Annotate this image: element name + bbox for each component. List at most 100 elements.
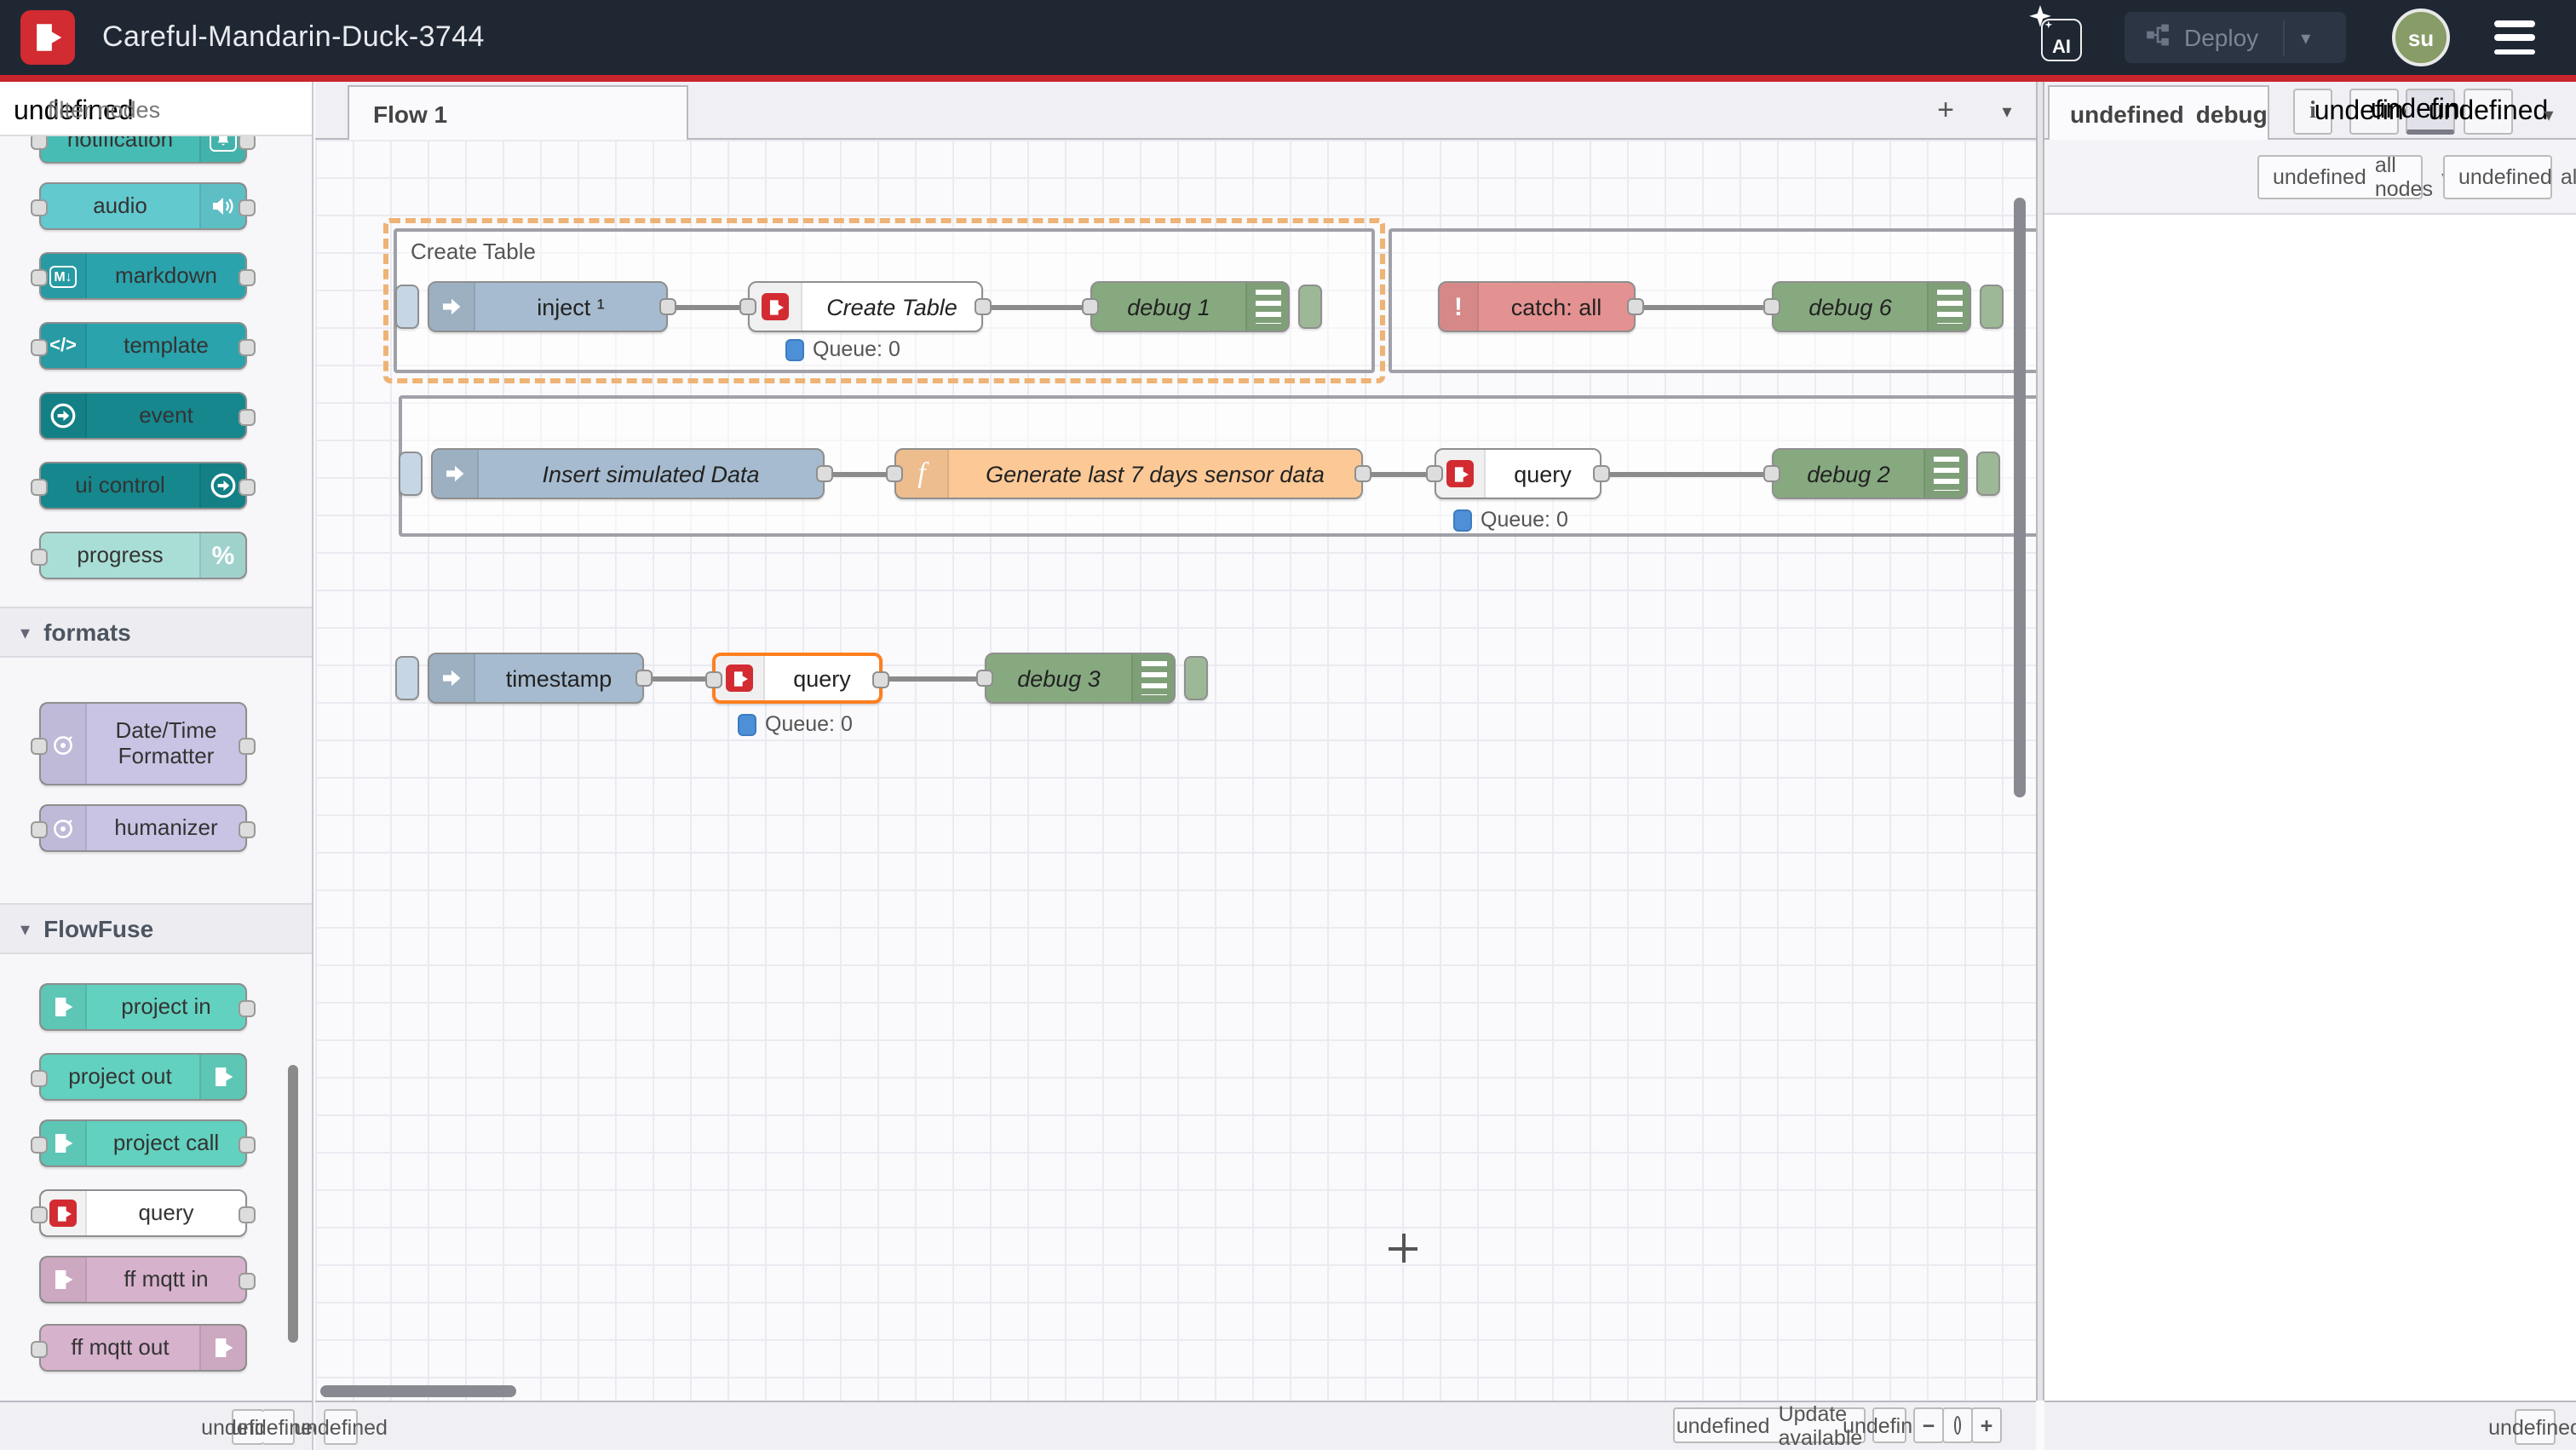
- wire[interactable]: [825, 471, 894, 476]
- status-label: Queue: 0: [765, 712, 853, 736]
- palette-node-project-out[interactable]: project out: [39, 1053, 247, 1101]
- wire[interactable]: [1601, 471, 1772, 476]
- flow-node-debug-2-d2[interactable]: debug 2: [1772, 448, 1968, 499]
- debug-toggle-button-d3[interactable]: [1184, 656, 1208, 700]
- flow-node-catch-all-catch[interactable]: !catch: all: [1438, 281, 1636, 332]
- deploy-button[interactable]: Deploy ▾: [2125, 12, 2346, 63]
- palette-node-date-time-formatter[interactable]: Date/TimeFormatter: [39, 702, 247, 785]
- output-port[interactable]: [1593, 465, 1610, 482]
- canvas-vertical-scrollbar[interactable]: [2014, 198, 2026, 797]
- flow-node-create-table-ct[interactable]: Create Table: [748, 281, 983, 332]
- user-avatar[interactable]: su: [2392, 9, 2450, 66]
- palette-node-project-in[interactable]: project in: [39, 983, 247, 1031]
- palette-node-project-call[interactable]: project call: [39, 1119, 247, 1167]
- flow-node-query-q3[interactable]: query: [712, 653, 883, 704]
- debug-filter-button[interactable]: undefined all nodes ▾: [2257, 155, 2423, 199]
- sidebar-resize-handle[interactable]: [2036, 82, 2044, 1401]
- debug-clear-button[interactable]: undefined all ▾: [2443, 155, 2552, 199]
- palette-node-audio[interactable]: audio: [39, 182, 247, 230]
- output-port[interactable]: [872, 671, 889, 688]
- input-port[interactable]: [886, 465, 903, 482]
- input-port[interactable]: [976, 670, 993, 687]
- output-port[interactable]: [1354, 465, 1371, 482]
- output-port: [239, 339, 256, 356]
- wire[interactable]: [883, 676, 985, 681]
- palette-filter-input[interactable]: [44, 89, 298, 129]
- zoom-in-button[interactable]: +: [1971, 1407, 2002, 1443]
- debug-toggle-button-d1[interactable]: [1298, 285, 1322, 329]
- update-available-button[interactable]: undefined Update available: [1673, 1407, 1866, 1443]
- search-flows-button[interactable]: undefined: [324, 1409, 358, 1445]
- flow-node-insert-simulated-data-ins[interactable]: Insert simulated Data: [431, 448, 825, 499]
- wire[interactable]: [1636, 304, 1772, 309]
- palette-node-template[interactable]: </>template: [39, 322, 247, 370]
- output-port: [239, 136, 256, 150]
- input-port[interactable]: [705, 671, 722, 688]
- exclaim-icon: !: [1440, 283, 1479, 331]
- flow-list-caret-icon[interactable]: ▾: [1988, 92, 2026, 129]
- input-port[interactable]: [1763, 465, 1780, 482]
- wire[interactable]: [983, 304, 1090, 309]
- chevron-down-icon: ▾: [20, 918, 30, 940]
- zoom-reset-button[interactable]: [1942, 1407, 1973, 1443]
- ai-assistant-button[interactable]: AI: [2034, 14, 2085, 63]
- input-port[interactable]: [1082, 298, 1099, 315]
- zoom-out-button[interactable]: −: [1913, 1407, 1944, 1443]
- palette-node-event[interactable]: event: [39, 392, 247, 440]
- input-port[interactable]: [739, 298, 756, 315]
- inject-button-ins[interactable]: [399, 452, 423, 496]
- debug-toggle-button-d6[interactable]: [1980, 285, 2004, 329]
- deploy-options-caret-icon[interactable]: ▾: [2282, 20, 2310, 55]
- inject-button-inject1[interactable]: [395, 285, 419, 329]
- palette-node-ff-mqtt-out[interactable]: ff mqtt out: [39, 1324, 247, 1372]
- inject-button-ts[interactable]: [395, 656, 419, 700]
- output-port[interactable]: [659, 298, 676, 315]
- open-dashboard-button[interactable]: undefined: [2515, 1409, 2556, 1445]
- add-flow-button[interactable]: +: [1927, 92, 1964, 129]
- tab-debug[interactable]: undefined debug: [2048, 85, 2269, 141]
- flow-canvas[interactable]: Create Tableinject ¹Create Tabledebug 1!…: [315, 140, 2036, 1401]
- palette-scrollbar[interactable]: [288, 1065, 298, 1343]
- flow-node-inject-inject1[interactable]: inject ¹: [428, 281, 668, 332]
- input-port: [31, 821, 48, 838]
- config-tab-button[interactable]: undefined: [2464, 89, 2513, 135]
- input-port[interactable]: [1426, 465, 1443, 482]
- main-menu-icon[interactable]: [2494, 20, 2535, 55]
- debug-toggle-button-d2[interactable]: [1976, 452, 2000, 496]
- output-port[interactable]: [1627, 298, 1644, 315]
- wire[interactable]: [1363, 471, 1435, 476]
- flow-node-timestamp-ts[interactable]: timestamp: [428, 653, 644, 704]
- input-port: [31, 1341, 48, 1358]
- palette-filter[interactable]: undefined: [0, 82, 312, 136]
- toggle-navigator-button[interactable]: undefined: [1872, 1407, 1906, 1443]
- ffwhite-icon: [41, 1121, 87, 1165]
- tab-flow-1[interactable]: Flow 1: [348, 85, 688, 141]
- output-port[interactable]: [635, 670, 653, 687]
- palette-node-markdown[interactable]: M↓markdown: [39, 252, 247, 300]
- flowfuse-logo-icon[interactable]: [20, 10, 75, 65]
- sidebar-tabs-caret-icon[interactable]: ▾: [2530, 95, 2567, 133]
- palette-node-progress[interactable]: progress%: [39, 532, 247, 579]
- canvas-horizontal-scrollbar[interactable]: [320, 1385, 516, 1397]
- flow-node-generate-last-7-days-sensor-data-gen[interactable]: fGenerate last 7 days sensor data: [894, 448, 1363, 499]
- input-port[interactable]: [1763, 298, 1780, 315]
- expand-all-categories-button[interactable]: undefined: [262, 1409, 295, 1445]
- flow-node-query-q2[interactable]: query: [1435, 448, 1601, 499]
- input-port: [31, 1206, 48, 1223]
- flow-node-debug-3-d3[interactable]: debug 3: [985, 653, 1176, 704]
- flow-node-debug-6-d6[interactable]: debug 6: [1772, 281, 1971, 332]
- palette-section-flowfuse[interactable]: ▾FlowFuse: [0, 903, 312, 954]
- palette-node-humanizer[interactable]: humanizer: [39, 804, 247, 852]
- wire[interactable]: [644, 676, 712, 681]
- flow-node-debug-1-d1[interactable]: debug 1: [1090, 281, 1290, 332]
- palette-node-ff-mqtt-in[interactable]: ff mqtt in: [39, 1256, 247, 1303]
- palette-section-formats[interactable]: ▾formats: [0, 607, 312, 658]
- palette-node-label: project call: [87, 1131, 245, 1156]
- palette-node-ui-control[interactable]: ui control: [39, 462, 247, 509]
- output-port[interactable]: [975, 298, 992, 315]
- status-label: Queue: 0: [1481, 508, 1568, 532]
- palette-node-notification[interactable]: notification: [39, 136, 247, 164]
- palette-node-query[interactable]: query: [39, 1189, 247, 1237]
- wire[interactable]: [668, 304, 748, 309]
- output-port[interactable]: [816, 465, 833, 482]
